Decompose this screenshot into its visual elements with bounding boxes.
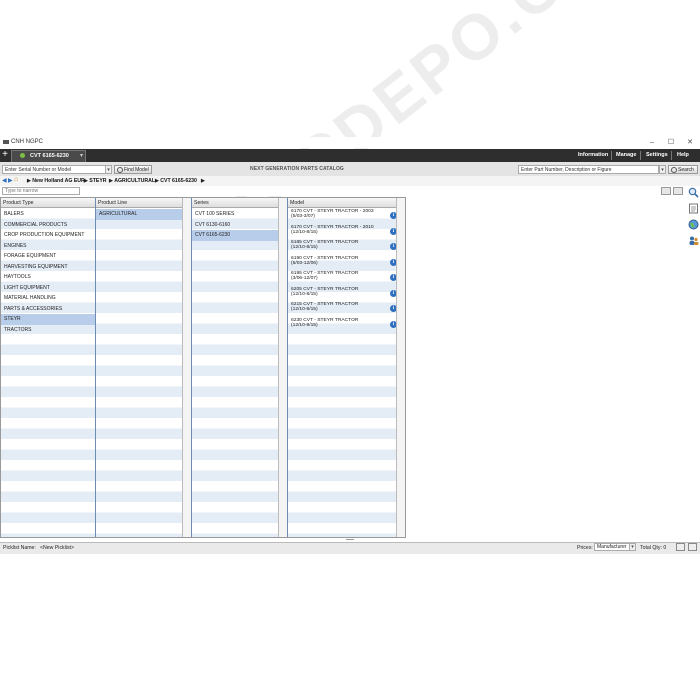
- serial-dropdown-icon[interactable]: ▾: [105, 165, 112, 174]
- prices-select[interactable]: Manufacturer: [594, 543, 630, 551]
- product-type-item[interactable]: LIGHT EQUIPMENT: [1, 283, 95, 294]
- find-model-label: Find Model: [124, 167, 149, 173]
- serial-number-input[interactable]: Enter Serial Number or Model: [2, 165, 106, 174]
- total-qty: Total Qty: 0: [640, 545, 667, 551]
- product-type-item[interactable]: ENGINES: [1, 241, 95, 252]
- menu-help[interactable]: Help: [677, 152, 689, 158]
- model-date-range: (12/10-8/15): [291, 229, 318, 235]
- menu-divider: [611, 151, 612, 160]
- view-grid-icon[interactable]: [673, 187, 683, 195]
- model-date-range: (5/03-3/07): [291, 214, 315, 220]
- tab-status-icon: [20, 153, 25, 158]
- model-date-range: (12/10-8/15): [291, 291, 318, 297]
- window-title: CNH NGPC: [11, 139, 44, 145]
- menu-manage[interactable]: Manage: [616, 152, 636, 158]
- model-item[interactable]: 6195 CVT - STEYR TRACTOR (3/06-12/07) i: [288, 270, 405, 286]
- product-type-item[interactable]: STEYR: [1, 314, 95, 325]
- menu-information[interactable]: Information: [578, 152, 608, 158]
- model-column: Model 6170 CVT - STEYR TRACTOR - 2003 (5/…: [288, 198, 405, 537]
- window-titlebar: CNH NGPC – ☐ ✕: [0, 137, 700, 148]
- close-button[interactable]: ✕: [683, 138, 697, 147]
- find-model-button[interactable]: Find Model: [114, 165, 152, 174]
- series-item[interactable]: CVT 100 SERIES: [192, 209, 287, 220]
- series-item[interactable]: CVT 6165-6230: [192, 230, 287, 241]
- filter-input[interactable]: [2, 187, 80, 195]
- scrollbar[interactable]: [182, 198, 191, 537]
- breadcrumb-item[interactable]: ▶ AGRICULTURAL: [109, 178, 155, 184]
- picklist-name[interactable]: <New Picklist>: [40, 545, 74, 551]
- menu-settings[interactable]: Settings: [646, 152, 668, 158]
- new-tab-button[interactable]: +: [0, 149, 10, 162]
- product-line-column: Product Line AGRICULTURAL: [96, 198, 192, 537]
- prices-label: Prices:: [577, 545, 593, 551]
- model-date-range: (3/06-12/07): [291, 276, 318, 282]
- tab-label: CVT 6165-6230: [30, 153, 69, 159]
- product-line-item[interactable]: AGRICULTURAL: [96, 209, 191, 220]
- product-type-item[interactable]: PARTS & ACCESSORIES: [1, 304, 95, 315]
- product-type-column: Product Type BALERS COMMERCIAL PRODUCTS CR…: [1, 198, 96, 537]
- product-type-item[interactable]: FORAGE EQUIPMENT: [1, 251, 95, 262]
- globe-icon[interactable]: [688, 219, 699, 230]
- product-type-item[interactable]: HARVESTING EQUIPMENT: [1, 262, 95, 273]
- product-type-item[interactable]: MATERIAL HANDLING: [1, 293, 95, 304]
- scrollbar[interactable]: [278, 198, 287, 537]
- scrollbar[interactable]: [396, 198, 405, 537]
- filter-bar: [0, 186, 700, 196]
- breadcrumb-item[interactable]: ▶ New Holland AG EUR: [27, 178, 85, 184]
- view-list-icon[interactable]: [661, 187, 671, 195]
- model-date-range: (12/10-8/15): [291, 322, 318, 328]
- magnifier-icon[interactable]: [688, 187, 699, 198]
- breadcrumb-end-icon: ▶: [201, 178, 205, 184]
- model-item[interactable]: 6230 CVT - STEYR TRACTOR (12/10-8/15) i: [288, 317, 405, 333]
- prices-dropdown-icon[interactable]: ▾: [629, 543, 636, 551]
- product-type-item[interactable]: COMMERCIAL PRODUCTS: [1, 220, 95, 231]
- back-icon[interactable]: ◀: [2, 177, 7, 184]
- document-icon[interactable]: [688, 203, 699, 214]
- search-icon: [671, 167, 677, 173]
- model-date-range: (12/10-8/15): [291, 307, 318, 313]
- model-date-range: (12/10-8/15): [291, 245, 318, 251]
- app-icon: [3, 140, 9, 144]
- model-item[interactable]: 6185 CVT - STEYR TRACTOR (12/10-8/15) i: [288, 239, 405, 255]
- breadcrumb-item[interactable]: ▶ STEYR: [84, 178, 107, 184]
- column-header: Model: [288, 198, 405, 208]
- column-header: Product Type: [1, 198, 95, 208]
- product-type-item[interactable]: TRACTORS: [1, 325, 95, 336]
- home-icon[interactable]: ⌂: [14, 176, 18, 183]
- product-type-item[interactable]: HAYTOOLS: [1, 272, 95, 283]
- menu-divider: [671, 151, 672, 160]
- model-item[interactable]: 6215 CVT - STEYR TRACTOR (12/10-8/15) i: [288, 301, 405, 317]
- model-item[interactable]: 6190 CVT - STEYR TRACTOR (5/03-12/06) i: [288, 255, 405, 271]
- model-date-range: (5/03-12/06): [291, 260, 318, 266]
- picklist-label: Picklist Name:: [3, 545, 36, 551]
- model-item[interactable]: 6205 CVT - STEYR TRACTOR (12/10-8/15) i: [288, 286, 405, 302]
- picklist-print-icon[interactable]: [676, 543, 685, 551]
- minimize-button[interactable]: –: [645, 138, 659, 147]
- breadcrumb-item[interactable]: ▶ CVT 6165-6230: [155, 178, 197, 184]
- forward-icon[interactable]: ▶: [8, 177, 13, 184]
- column-header: Product Line: [96, 198, 191, 208]
- search-button[interactable]: Search: [668, 165, 698, 174]
- series-column: Series CVT 100 SERIES CVT 6130-6160 CVT 61…: [192, 198, 288, 537]
- users-icon[interactable]: [688, 235, 699, 246]
- catalog-title: NEXT GENERATION PARTS CATALOG: [250, 166, 344, 172]
- search-icon: [117, 167, 123, 173]
- model-item[interactable]: 6170 CVT - STEYR TRACTOR - 2003 (5/03-3/0…: [288, 208, 405, 224]
- tab-menu-icon[interactable]: ▾: [80, 152, 83, 159]
- column-header: Series: [192, 198, 287, 208]
- part-search-input[interactable]: Enter Part Number, Description or Figure: [518, 165, 659, 174]
- part-dropdown-icon[interactable]: ▾: [659, 165, 666, 174]
- product-type-item[interactable]: BALERS: [1, 209, 95, 220]
- maximize-button[interactable]: ☐: [664, 138, 678, 147]
- series-item[interactable]: CVT 6130-6160: [192, 220, 287, 231]
- menu-divider: [640, 151, 641, 160]
- product-type-item[interactable]: CROP PRODUCTION EQUIPMENT: [1, 230, 95, 241]
- catalog-browser: Product Type BALERS COMMERCIAL PRODUCTS CR…: [0, 197, 406, 538]
- tab-cvt-6165-6230[interactable]: CVT 6165-6230 ▾: [11, 150, 86, 162]
- search-label: Search: [678, 167, 694, 173]
- model-item[interactable]: 6170 CVT - STEYR TRACTOR - 2010 (12/10-8/…: [288, 224, 405, 240]
- picklist-open-icon[interactable]: [688, 543, 697, 551]
